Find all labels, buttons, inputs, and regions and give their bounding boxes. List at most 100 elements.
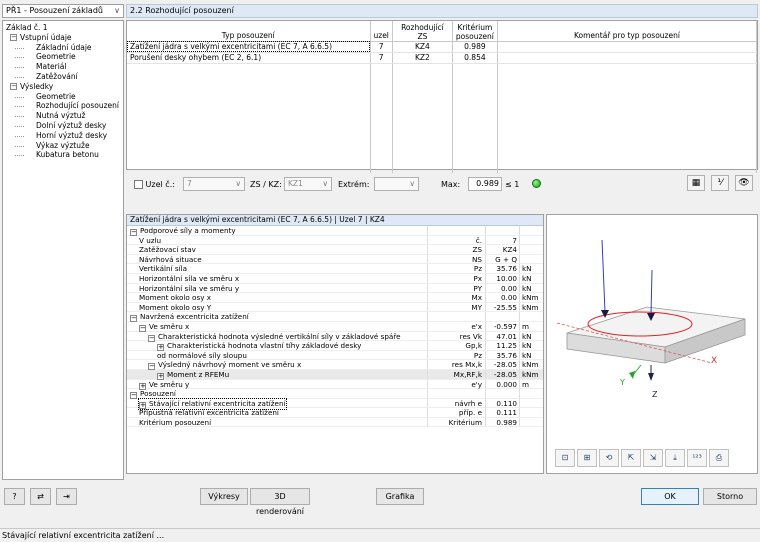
detail-sym: Gp,k xyxy=(427,341,485,350)
detail-val: 0.00 xyxy=(485,283,519,293)
help-icon[interactable]: ? xyxy=(4,488,25,505)
filter-results-icon[interactable]: ⅟ xyxy=(711,175,729,191)
table-row[interactable]: Porušení desky ohybem (EC 2, 6.1) 7 KZ2 0.8… xyxy=(127,52,758,64)
col-zs: Rozhodující ZS xyxy=(392,21,453,42)
decisive-checks-table[interactable]: Typ posouzení uzel Rozhodující ZS Kritéri… xyxy=(126,20,758,173)
case-select[interactable]: PŘ1 - Posouzení základů ∨ xyxy=(2,4,124,18)
detail-label-text: Charakteristická hodnota vlastní tíhy zá… xyxy=(167,341,362,351)
tree-item[interactable]: Rozhodující posouzení xyxy=(3,101,123,111)
view-rotate-icon[interactable]: ⟲ xyxy=(599,449,619,467)
col-comment: Komentář pro typ posouzení xyxy=(497,21,758,42)
detail-val: 0.110 xyxy=(485,398,519,408)
tree-item[interactable]: Dolní výztuž desky xyxy=(3,121,123,131)
view-icon[interactable]: 👁 xyxy=(735,175,753,191)
view-z-icon[interactable]: ⤓ xyxy=(665,449,685,467)
collapse-icon[interactable]: − xyxy=(10,82,17,90)
tree-connector xyxy=(15,67,24,69)
detail-row[interactable]: − Posouzení xyxy=(127,389,543,400)
values-icon[interactable]: ¹²³ xyxy=(687,449,707,467)
empty-row xyxy=(127,143,758,153)
detail-row[interactable]: Moment okolo osy x Mx 0.00 kNm xyxy=(127,293,543,303)
tree-item[interactable]: Výkaz výztuže xyxy=(3,141,123,151)
view-iso-icon[interactable]: ⊞ xyxy=(577,449,597,467)
detail-unit xyxy=(519,408,543,417)
table-row[interactable]: Zatížení jádra s velkými excentricitami … xyxy=(127,41,758,53)
detail-row[interactable]: Zatěžovací stav ZS KZ4 xyxy=(127,245,543,255)
print-icon[interactable]: ⎙ xyxy=(709,449,729,467)
calculate-icon[interactable]: ⇄ xyxy=(30,488,51,505)
detail-row[interactable]: V uzlu č. 7 xyxy=(127,235,543,246)
detail-row[interactable]: + Ve směru y e'y 0.000 m xyxy=(127,379,543,390)
tree-item-label: Nutná výztuž xyxy=(36,111,86,121)
detail-row[interactable]: − Ve směru x e'x -0.597 m xyxy=(127,321,543,332)
detail-row[interactable]: − Navržená excentricita zatížení xyxy=(127,312,543,323)
detail-sym: Px xyxy=(427,273,485,283)
empty-row xyxy=(127,153,758,163)
node-select[interactable]: 7 ∨ xyxy=(183,177,245,191)
tree-item[interactable]: Geometrie xyxy=(3,92,123,102)
extrem-select[interactable]: ∨ xyxy=(374,177,419,191)
detail-label: + Charakteristická hodnota vlastní tíhy z… xyxy=(157,341,362,352)
detail-row[interactable]: − Charakteristická hodnota výsledné verti… xyxy=(127,331,543,342)
ok-button[interactable]: OK xyxy=(641,488,699,505)
detail-row[interactable]: + Moment z RFEMu Mx,RF,k -28.05 kNm xyxy=(127,369,543,380)
cancel-button[interactable]: Storno xyxy=(703,488,757,505)
axis-y-label: Y xyxy=(619,378,625,387)
detail-val: 35.76 xyxy=(485,264,519,273)
detail-sym: e'y xyxy=(427,379,485,389)
view-y-icon[interactable]: ⇲ xyxy=(643,449,663,467)
render-3d-button[interactable]: 3D renderování xyxy=(250,488,310,516)
detail-label: Horizontální síla ve směru x xyxy=(139,274,239,284)
tree-item[interactable]: Základní údaje xyxy=(3,43,123,53)
detail-row[interactable]: Návrhová situace NS G + Q xyxy=(127,254,543,265)
graphic-panel[interactable]: X Y Z ⊡ ⊞ ⟲ ⇱ ⇲ ⤓ ¹²³ ⎙ xyxy=(546,214,758,474)
zs-select[interactable]: KZ1 ∨ xyxy=(284,177,332,191)
detail-label-text: V uzlu xyxy=(139,235,162,245)
col-crit: Kritérium posouzení xyxy=(452,21,498,42)
tree-item[interactable]: − Výsledky xyxy=(3,82,123,92)
node-select-value: 7 xyxy=(187,179,192,188)
graphics-button[interactable]: Grafika xyxy=(376,488,424,505)
tree-item-label: Geometrie xyxy=(36,52,76,62)
tree-item[interactable]: Nutná výztuž xyxy=(3,111,123,121)
zoom-all-icon[interactable]: ⊡ xyxy=(555,449,575,467)
detail-row[interactable]: Horizontální síla ve směru y PY 0.00 kN xyxy=(127,283,543,294)
detail-row[interactable]: + Charakteristická hodnota vlastní tíhy z… xyxy=(127,341,543,352)
drawings-button[interactable]: Výkresy xyxy=(200,488,248,505)
detail-label: V uzlu xyxy=(139,236,161,246)
detail-row[interactable]: − Výsledný návrhový moment ve směru x res … xyxy=(127,360,543,371)
detail-val: 47.01 xyxy=(485,331,519,341)
tree-item[interactable]: − Vstupní údaje xyxy=(3,33,123,43)
node-checkbox[interactable] xyxy=(134,180,143,189)
table-export-icon[interactable]: ▦ xyxy=(687,175,705,191)
node-filter[interactable]: Uzel č.: xyxy=(134,180,175,189)
tree-item[interactable]: Kubatura betonu xyxy=(3,150,123,160)
view-x-icon[interactable]: ⇱ xyxy=(621,449,641,467)
detail-label-text: od normálové síly sloupu xyxy=(157,350,247,360)
detail-val: 11.25 xyxy=(485,341,519,350)
tree-item[interactable]: Geometrie xyxy=(3,52,123,62)
tree-item[interactable]: Materiál xyxy=(3,62,123,72)
detail-row[interactable]: − Podporové síly a momenty xyxy=(127,226,543,236)
chevron-down-icon: ∨ xyxy=(322,179,329,188)
detail-row[interactable]: + Stávající relativní excentricita zatíže… xyxy=(127,397,543,410)
detail-row[interactable]: Moment okolo osy Y MY -25.55 kNm xyxy=(127,302,543,313)
tree-item[interactable]: Horní výztuž desky xyxy=(3,131,123,141)
detail-label-text: Kritérium posouzení xyxy=(139,417,212,427)
detail-val: 10.00 xyxy=(485,273,519,283)
detail-sym: res Vk xyxy=(427,331,485,341)
collapse-icon[interactable]: − xyxy=(10,33,17,41)
tree-item[interactable]: Zatěžování xyxy=(3,72,123,82)
detail-row[interactable]: Přípustná relativní excentricita zatížen… xyxy=(127,408,543,418)
detail-row[interactable]: od normálové síly sloupu Pz 35.76 kN xyxy=(127,350,543,361)
detail-row[interactable]: Vertikální síla Pz 35.76 kN xyxy=(127,264,543,274)
detail-row[interactable]: Horizontální síla ve směru x Px 10.00 kN xyxy=(127,273,543,284)
detail-unit: kNm xyxy=(519,369,543,379)
empty-row xyxy=(127,103,758,113)
navigator-tree[interactable]: Základ č. 1− Vstupní údaje Základní údaje G… xyxy=(2,20,124,480)
detail-row[interactable]: Kritérium posouzení Kritérium 0.989 xyxy=(127,417,543,428)
tree-item[interactable]: Základ č. 1 xyxy=(3,23,123,33)
export-icon[interactable]: ⇥ xyxy=(56,488,77,505)
detail-label-text: Výsledný návrhový moment ve směru x xyxy=(158,360,302,370)
detail-table[interactable]: Zatížení jádra s velkými excentricitami … xyxy=(126,214,544,474)
